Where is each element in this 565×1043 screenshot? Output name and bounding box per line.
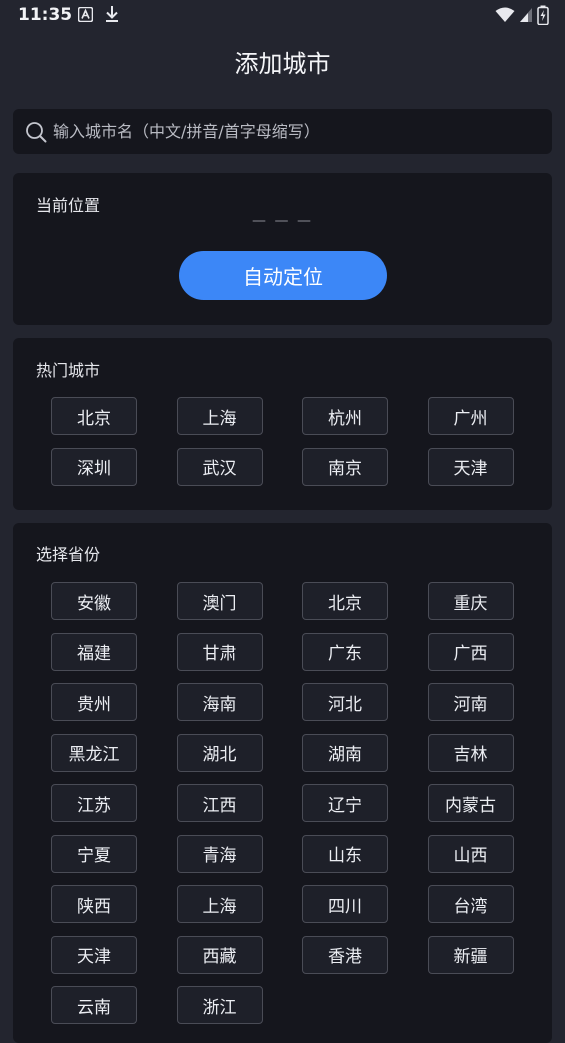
hot-city-chip[interactable]: 南京 — [302, 447, 388, 486]
province-chip[interactable]: 甘肃 — [176, 632, 263, 671]
province-chip[interactable]: 上海 — [176, 885, 263, 923]
search-box[interactable] — [13, 109, 552, 154]
hot-city-chip[interactable]: 杭州 — [302, 397, 388, 435]
province-chip[interactable]: 重庆 — [427, 582, 514, 620]
status-time: 11:35 — [18, 5, 73, 25]
status-right-icons — [495, 5, 549, 25]
current-location-card: 当前位置 — — — 自动定位 — [13, 173, 552, 325]
page-title: 添加城市 — [234, 50, 331, 78]
province-chip[interactable]: 安徽 — [51, 582, 137, 620]
province-chip[interactable]: 湖北 — [176, 733, 263, 772]
hot-cities-grid: 北京 上海 杭州 广州深圳 武汉 南京 天津 — [51, 397, 514, 486]
wifi-icon — [495, 7, 515, 22]
auto-locate-button[interactable]: 自动定位 — [179, 251, 387, 300]
province-chip[interactable]: 广东 — [302, 632, 388, 671]
province-chip[interactable]: 广西 — [427, 632, 514, 671]
province-chip[interactable]: 辽宁 — [302, 784, 388, 822]
province-chip[interactable]: 北京 — [302, 582, 388, 620]
hot-city-chip[interactable]: 北京 — [51, 397, 137, 435]
province-chip[interactable]: 宁夏 — [51, 834, 137, 873]
province-chip[interactable]: 贵州 — [51, 683, 137, 721]
search-icon — [26, 122, 47, 143]
hot-city-chip[interactable]: 深圳 — [51, 447, 137, 486]
province-chip[interactable]: 浙江 — [176, 986, 263, 1024]
province-chip[interactable]: 西藏 — [176, 935, 263, 974]
signal-icon — [520, 8, 532, 22]
province-chip[interactable]: 四川 — [302, 885, 388, 923]
hot-city-chip[interactable]: 广州 — [427, 397, 514, 435]
hot-city-chip[interactable]: 武汉 — [176, 447, 263, 486]
a-badge-icon — [78, 7, 93, 22]
battery-charging-icon — [537, 5, 549, 25]
province-chip[interactable]: 青海 — [176, 834, 263, 873]
province-chip[interactable]: 澳门 — [176, 582, 263, 620]
province-chip[interactable]: 江苏 — [51, 784, 137, 822]
province-chip[interactable]: 福建 — [51, 632, 137, 671]
province-chip[interactable]: 云南 — [51, 986, 137, 1024]
province-chip[interactable]: 吉林 — [427, 733, 514, 772]
province-chip[interactable]: 台湾 — [427, 885, 514, 923]
provinces-title: 选择省份 — [36, 545, 101, 564]
hot-city-chip[interactable]: 上海 — [176, 397, 263, 435]
search-input[interactable] — [53, 109, 543, 154]
province-chip[interactable]: 河北 — [302, 683, 388, 721]
province-chip[interactable]: 海南 — [176, 683, 263, 721]
province-chip[interactable]: 山东 — [302, 834, 388, 873]
hot-cities-title: 热门城市 — [36, 361, 101, 380]
province-chip[interactable]: 香港 — [302, 935, 388, 974]
province-chip[interactable]: 湖南 — [302, 733, 388, 772]
provinces-grid: 安徽 澳门 北京 重庆福建 甘肃 广东 广西贵州 海南 河北 河南黑龙江 湖北 湖南 吉林江苏 江西 辽宁 内… — [51, 582, 514, 1024]
download-icon — [106, 6, 118, 22]
province-chip[interactable]: 山西 — [427, 834, 514, 873]
province-chip[interactable]: 陕西 — [51, 885, 137, 923]
current-location-value: — — — — [252, 213, 313, 229]
province-chip[interactable]: 黑龙江 — [51, 733, 137, 772]
province-chip[interactable]: 天津 — [51, 935, 137, 974]
province-chip[interactable]: 江西 — [176, 784, 263, 822]
province-chip[interactable]: 新疆 — [427, 935, 514, 974]
provinces-card: 选择省份 安徽 澳门 北京 重庆福建 甘肃 广东 广西贵州 海南 河北 河南黑龙江 湖北 湖南 吉林江苏… — [13, 523, 552, 1043]
province-chip[interactable]: 内蒙古 — [427, 784, 514, 822]
province-chip[interactable]: 河南 — [427, 683, 514, 721]
hot-cities-card: 热门城市 北京 上海 杭州 广州深圳 武汉 南京 天津 — [13, 338, 552, 510]
status-bar: 11:35 — [0, 0, 565, 32]
hot-city-chip[interactable]: 天津 — [427, 447, 514, 486]
